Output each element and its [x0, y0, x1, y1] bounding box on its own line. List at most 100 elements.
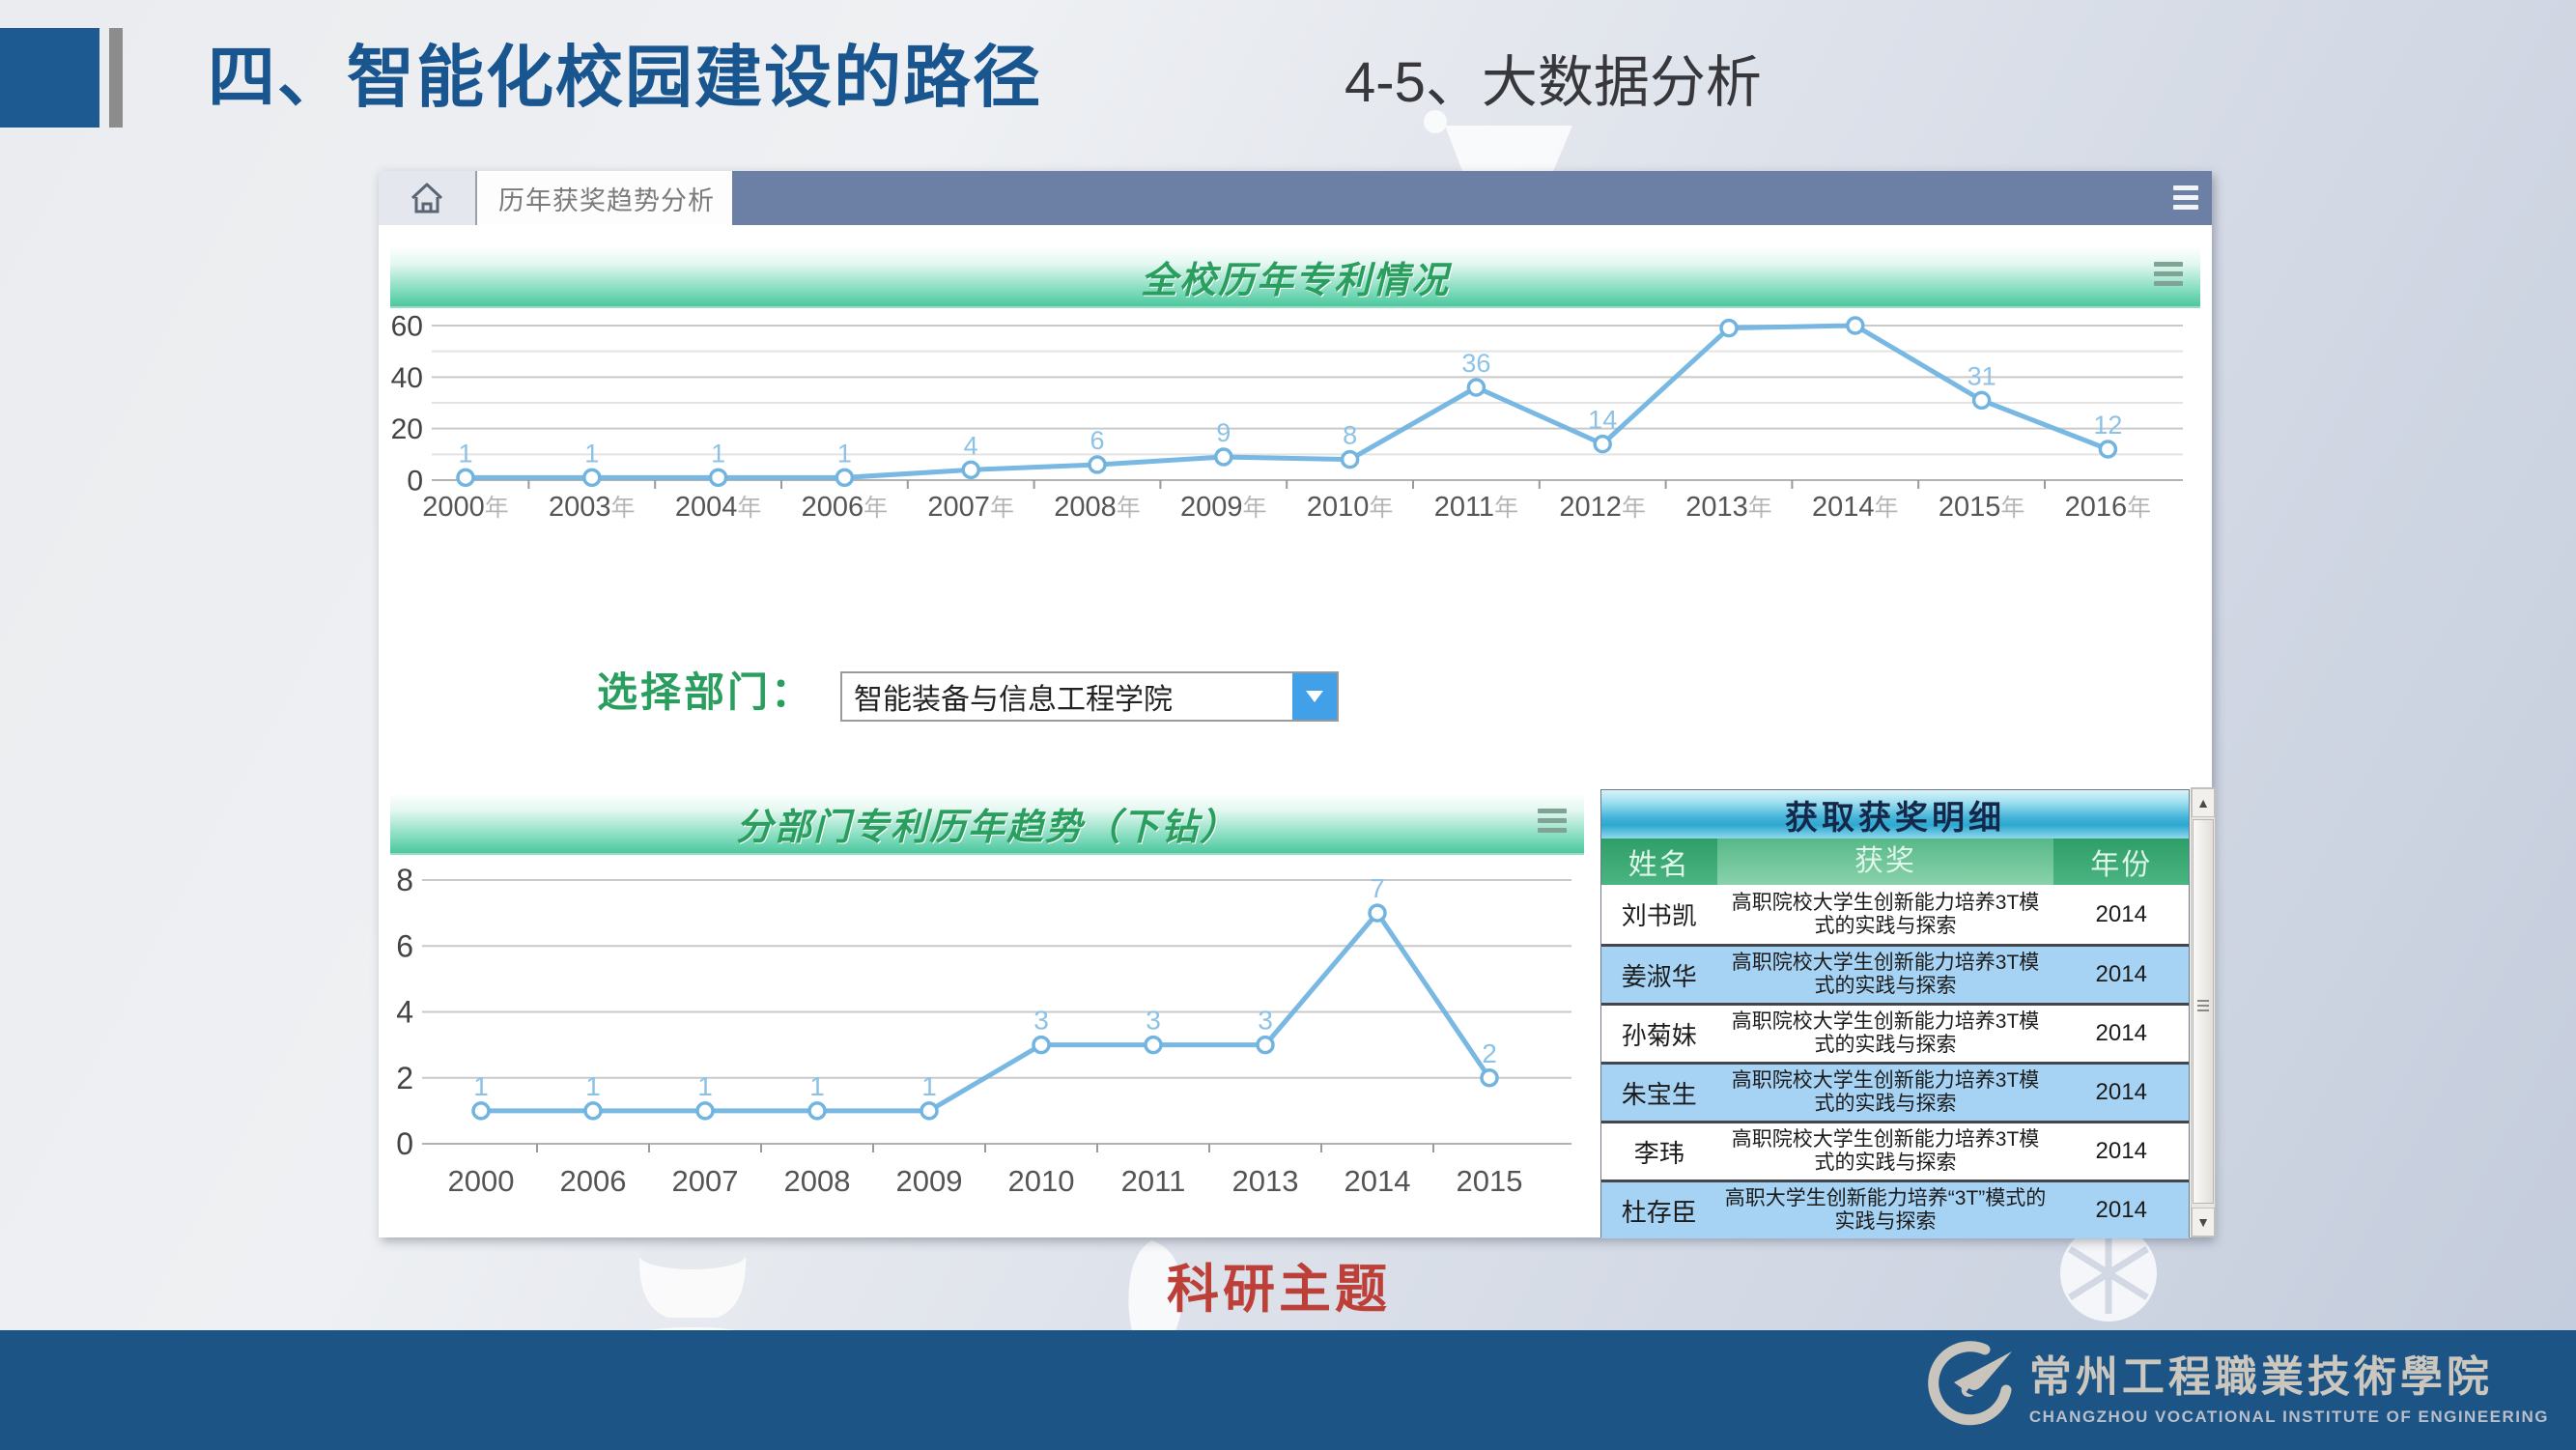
svg-text:4: 4 — [964, 431, 978, 460]
drilldown-chart-menu-icon[interactable] — [1538, 809, 1567, 838]
year-cell: 2014 — [2053, 947, 2189, 1003]
table-row[interactable]: 朱宝生高职院校大学生创新能力培养3T模式的实践与探索2014 — [1601, 1062, 2189, 1121]
svg-text:3: 3 — [1146, 1006, 1161, 1036]
svg-text:1: 1 — [837, 439, 852, 468]
svg-text:14: 14 — [1588, 406, 1617, 435]
department-dropdown[interactable]: 智能装备与信息工程学院 — [840, 671, 1339, 722]
svg-text:1: 1 — [711, 439, 725, 468]
tab-label: 历年获奖趋势分析 — [498, 180, 715, 217]
home-button[interactable] — [379, 171, 477, 225]
table-row[interactable]: 李玮高职院校大学生创新能力培养3T模式的实践与探索2014 — [1601, 1121, 2189, 1180]
slide-caption: 科研主题 — [1167, 1246, 1391, 1322]
svg-text:2012年: 2012年 — [1559, 492, 1646, 523]
svg-text:2015年: 2015年 — [1939, 492, 2025, 523]
svg-text:0: 0 — [396, 1126, 413, 1161]
column-header: 获奖 — [1717, 839, 2054, 885]
svg-text:2004年: 2004年 — [675, 492, 762, 523]
bi-dashboard: 历年获奖趋势分析 全校历年专利情况 02040602000年2003年2004年… — [379, 171, 2212, 1237]
name-cell: 李玮 — [1601, 1123, 1717, 1180]
corner-accent-square — [0, 28, 99, 128]
svg-text:36: 36 — [1461, 349, 1490, 378]
svg-text:2011年: 2011年 — [1434, 492, 1518, 523]
award-table-title: 获取获奖明细 — [1601, 790, 2189, 839]
svg-text:40: 40 — [391, 362, 423, 394]
year-cell: 2014 — [2053, 1182, 2189, 1238]
dropdown-arrow-button[interactable] — [1292, 673, 1337, 720]
svg-text:2011: 2011 — [1121, 1164, 1186, 1198]
tabbar-menu-icon[interactable] — [2173, 185, 2198, 214]
award-cell: 高职院校大学生创新能力培养3T模式的实践与探索 — [1717, 885, 2054, 944]
table-scrollbar[interactable]: ▲ ▼ — [2191, 787, 2216, 1237]
cart-watermark-icon — [1418, 108, 1582, 176]
tab-award-trend-analysis[interactable]: 历年获奖趋势分析 — [477, 171, 732, 225]
svg-text:9: 9 — [1216, 418, 1231, 447]
dashboard-tabbar: 历年获奖趋势分析 — [379, 171, 2212, 225]
top-chart-menu-icon[interactable] — [2154, 262, 2183, 291]
svg-text:2010年: 2010年 — [1307, 492, 1394, 523]
select-department-label: 选择部门： — [597, 660, 814, 719]
column-header: 姓名 — [1601, 839, 1717, 885]
table-row[interactable]: 孙菊妹高职院校大学生创新能力培养3T模式的实践与探索2014 — [1601, 1003, 2189, 1062]
institute-name-en: CHANGZHOU VOCATIONAL INSTITUTE OF ENGINE… — [2029, 1407, 2549, 1427]
table-row[interactable]: 刘书凯高职院校大学生创新能力培养3T模式的实践与探索2014 — [1601, 885, 2189, 944]
svg-text:1: 1 — [921, 1071, 937, 1101]
svg-text:2: 2 — [1482, 1038, 1497, 1068]
svg-text:2013: 2013 — [1232, 1164, 1299, 1198]
scrollbar-thumb[interactable] — [2193, 819, 2214, 1204]
svg-text:31: 31 — [1967, 361, 1996, 390]
svg-text:2013年: 2013年 — [1685, 492, 1772, 523]
svg-text:7: 7 — [1370, 873, 1385, 903]
department-dropdown-value: 智能装备与信息工程学院 — [842, 675, 1292, 718]
name-cell: 杜存臣 — [1601, 1182, 1717, 1238]
award-table-body: 刘书凯高职院校大学生创新能力培养3T模式的实践与探索2014姜淑华高职院校大学生… — [1601, 885, 2189, 1238]
corner-accent-bar — [109, 28, 123, 128]
svg-text:60: 60 — [391, 311, 423, 343]
svg-text:2: 2 — [396, 1061, 413, 1095]
institute-logo: 常州工程職業技術學院 CHANGZHOU VOCATIONAL INSTITUT… — [1925, 1340, 2549, 1429]
svg-text:2016年: 2016年 — [2065, 492, 2152, 523]
svg-text:3: 3 — [1033, 1006, 1049, 1036]
svg-text:1: 1 — [458, 439, 472, 468]
department-trend-line-chart[interactable]: 0246820002006200720082009201020112013201… — [379, 853, 1596, 1237]
award-cell: 高职院校大学生创新能力培养3T模式的实践与探索 — [1717, 1065, 2054, 1121]
svg-text:1: 1 — [697, 1071, 713, 1101]
year-cell: 2014 — [2053, 885, 2189, 944]
svg-text:2008年: 2008年 — [1054, 492, 1141, 523]
table-row[interactable]: 杜存臣高职大学生创新能力培养“3T”模式的实践与探索2014 — [1601, 1180, 2189, 1238]
scroll-down-arrow-icon[interactable]: ▼ — [2192, 1208, 2215, 1237]
svg-text:8: 8 — [396, 863, 413, 897]
svg-text:20: 20 — [391, 413, 423, 445]
svg-text:0: 0 — [407, 466, 423, 498]
svg-text:8: 8 — [1343, 421, 1357, 450]
svg-text:2007年: 2007年 — [927, 492, 1014, 523]
svg-text:1: 1 — [809, 1071, 825, 1101]
svg-text:2003年: 2003年 — [549, 492, 636, 523]
year-cell: 2014 — [2053, 1123, 2189, 1180]
svg-text:6: 6 — [396, 928, 413, 963]
name-cell: 朱宝生 — [1601, 1065, 1717, 1121]
patents-by-year-line-chart[interactable]: 02040602000年2003年2004年2006年2007年2008年200… — [379, 306, 2214, 548]
svg-text:4: 4 — [396, 995, 413, 1030]
svg-text:2000: 2000 — [448, 1164, 515, 1198]
svg-text:2007: 2007 — [672, 1164, 739, 1198]
award-cell: 高职大学生创新能力培养“3T”模式的实践与探索 — [1717, 1182, 2054, 1238]
year-cell: 2014 — [2053, 1065, 2189, 1121]
scroll-up-arrow-icon[interactable]: ▲ — [2192, 788, 2215, 817]
svg-text:2009: 2009 — [896, 1164, 963, 1198]
table-row[interactable]: 姜淑华高职院校大学生创新能力培养3T模式的实践与探索2014 — [1601, 944, 2189, 1003]
year-cell: 2014 — [2053, 1006, 2189, 1062]
svg-text:2014年: 2014年 — [1812, 492, 1899, 523]
svg-text:1: 1 — [584, 439, 599, 468]
award-cell: 高职院校大学生创新能力培养3T模式的实践与探索 — [1717, 947, 2054, 1003]
footer-bar: 常州工程職業技術學院 CHANGZHOU VOCATIONAL INSTITUT… — [0, 1330, 2576, 1450]
svg-text:2014: 2014 — [1345, 1164, 1411, 1198]
svg-text:12: 12 — [2093, 411, 2122, 440]
svg-text:1: 1 — [585, 1071, 601, 1101]
award-table: 获取获奖明细 姓名获奖年份 刘书凯高职院校大学生创新能力培养3T模式的实践与探索… — [1600, 789, 2190, 1237]
chevron-down-icon — [1306, 691, 1323, 702]
name-cell: 姜淑华 — [1601, 947, 1717, 1003]
svg-text:2006: 2006 — [560, 1164, 627, 1198]
slide: 四、智能化校园建设的路径 4-5、大数据分析 — [0, 0, 2576, 1450]
svg-text:3: 3 — [1258, 1006, 1273, 1036]
svg-text:2015: 2015 — [1457, 1164, 1523, 1198]
